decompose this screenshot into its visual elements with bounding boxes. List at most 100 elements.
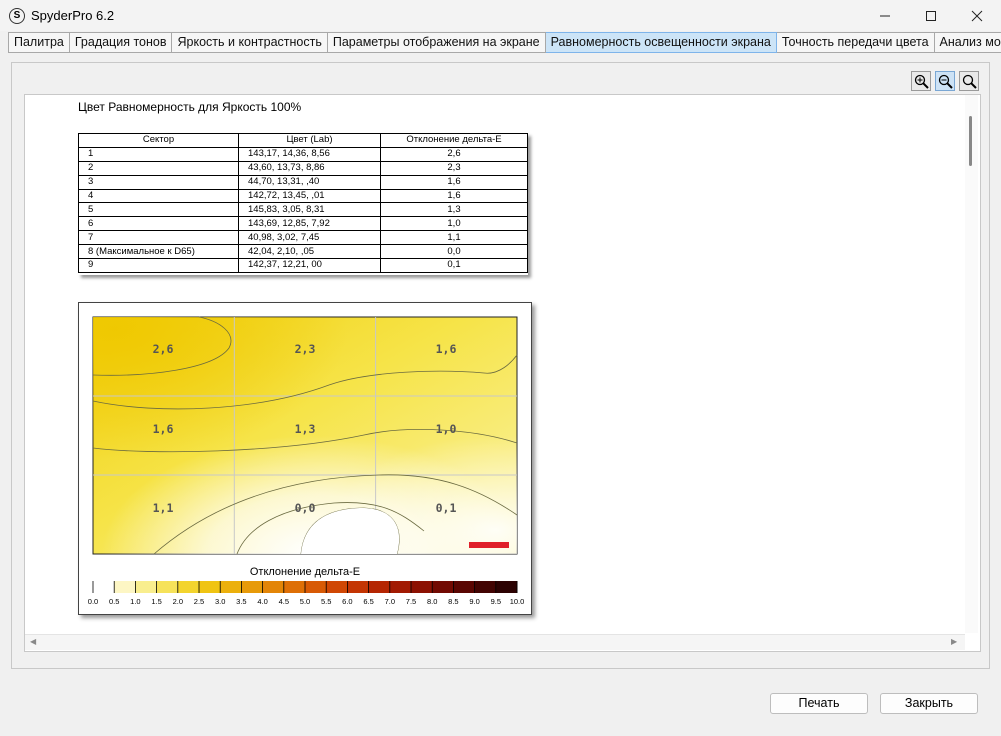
cell-delta-e: 1,6 (380, 188, 528, 204)
scale-segment (326, 581, 348, 593)
cell-lab: 42,04, 2,10, ,05 (238, 244, 381, 260)
map-label-sector-2: 2,3 (295, 342, 316, 356)
scale-segment (347, 581, 370, 593)
vertical-scroll-thumb[interactable] (969, 116, 972, 166)
scale-tick-label: 9.5 (491, 597, 501, 606)
tab-palette[interactable]: Палитра (8, 32, 70, 53)
tab-color-accuracy[interactable]: Точность передачи цвета (776, 32, 935, 53)
zoom-fit-button[interactable] (959, 71, 979, 91)
tab-strip: Палитра Градация тонов Яркость и контрас… (8, 32, 1001, 53)
scale-tick-label: 0.0 (88, 597, 98, 606)
scale-tick-label: 8.0 (427, 597, 437, 606)
tab-brightness-contrast[interactable]: Яркость и контрастность (172, 32, 328, 53)
scale-tick-label: 5.0 (300, 597, 310, 606)
cell-delta-e: 2,3 (380, 160, 528, 176)
cell-sector: 9 (78, 258, 239, 273)
maximize-button[interactable] (908, 0, 954, 31)
close-icon (971, 10, 983, 21)
scale-tick-label: 9.0 (469, 597, 479, 606)
scale-tick-label: 4.0 (257, 597, 267, 606)
map-label-sector-1: 2,6 (153, 342, 174, 356)
scale-tick-label: 1.0 (130, 597, 140, 606)
cell-sector: 3 (78, 174, 239, 190)
tab-tone-gradation[interactable]: Градация тонов (69, 32, 173, 53)
map-label-sector-8: 0,0 (295, 501, 316, 515)
cell-lab: 143,69, 12,85, 7,92 (238, 216, 381, 232)
scale-tick-label: 3.0 (215, 597, 225, 606)
scale-segment (177, 581, 200, 593)
close-button[interactable]: Закрыть (880, 693, 978, 714)
scale-segment (135, 581, 158, 593)
map-label-sector-7: 1,1 (153, 501, 174, 515)
tab-monitor-analysis[interactable]: Анализ монитора (934, 32, 1001, 53)
map-label-sector-4: 1,6 (153, 422, 174, 436)
scroll-left-arrow-icon[interactable]: ◀ (30, 637, 36, 646)
cell-lab: 142,37, 12,21, 00 (238, 258, 381, 273)
cell-lab: 142,72, 13,45, ,01 (238, 188, 381, 204)
cell-sector: 1 (78, 146, 239, 162)
max-deviation-marker (469, 542, 509, 548)
cell-delta-e: 2,6 (380, 146, 528, 162)
tab-screen-uniformity[interactable]: Равномерность освещенности экрана (545, 32, 777, 53)
zoom-fit-icon (962, 74, 977, 89)
tab-display-settings[interactable]: Параметры отображения на экране (327, 32, 546, 53)
cell-sector: 6 (78, 216, 239, 232)
map-label-sector-3: 1,6 (436, 342, 457, 356)
cell-delta-e: 1,0 (380, 216, 528, 232)
window-title: SpyderPro 6.2 (31, 8, 115, 23)
scale-segment (495, 581, 518, 593)
zoom-in-icon (914, 74, 929, 89)
close-window-button[interactable] (954, 0, 1000, 31)
cell-sector: 2 (78, 160, 239, 176)
table-header-delta-e: Отклонение дельта-E (380, 133, 528, 148)
scale-segment (283, 581, 306, 593)
print-button[interactable]: Печать (770, 693, 868, 714)
table-row: 4 142,72, 13,45, ,01 1,6 (78, 188, 528, 204)
scale-tick-label: 0.5 (109, 597, 119, 606)
scale-segment (474, 581, 497, 593)
map-label-sector-9: 0,1 (436, 501, 457, 515)
scale-segment (241, 581, 264, 593)
cell-delta-e: 1,1 (380, 230, 528, 246)
zoom-in-button[interactable] (911, 71, 931, 91)
table-row: 5 145,83, 3,05, 8,31 1,3 (78, 202, 528, 218)
zoom-out-button[interactable] (935, 71, 955, 91)
horizontal-scrollbar[interactable] (25, 634, 965, 650)
table-header-lab: Цвет (Lab) (238, 133, 381, 148)
scale-tick-label: 2.5 (194, 597, 204, 606)
scale-tick-label: 2.0 (173, 597, 183, 606)
cell-lab: 44,70, 13,31, ,40 (238, 174, 381, 190)
lab-table: Сектор Цвет (Lab) Отклонение дельта-E 11… (78, 133, 528, 275)
table-row: 8 (Максимальное к D65) 42,04, 2,10, ,05 0,… (78, 244, 528, 260)
scale-tick-label: 7.5 (406, 597, 416, 606)
cell-delta-e: 1,6 (380, 174, 528, 190)
app-icon: S (9, 8, 25, 24)
scroll-right-arrow-icon[interactable]: ▶ (951, 637, 957, 646)
table-row: 9 142,37, 12,21, 00 0,1 (78, 258, 528, 273)
minimize-icon (880, 15, 890, 16)
scale-segment (156, 581, 179, 593)
cell-sector: 8 (Максимальное к D65) (78, 244, 239, 260)
table-row: 7 40,98, 3,02, 7,45 1,1 (78, 230, 528, 246)
delta-e-color-scale: 0.0 0.5 1.0 1.5 2.0 2.5 3.0 3.5 4.0 4.5 5.0 5.5 6.0 6… (88, 581, 524, 606)
scale-segment (114, 581, 136, 593)
report-title: Цвет Равномерность для Яркость 100% (78, 100, 302, 114)
cell-delta-e: 0,0 (380, 244, 528, 260)
scale-segment (93, 581, 115, 593)
scale-segment (262, 581, 285, 593)
cell-delta-e: 1,3 (380, 202, 528, 218)
scale-tick-label: 8.5 (448, 597, 458, 606)
scale-segment (453, 581, 476, 593)
scale-tick-label: 3.5 (236, 597, 246, 606)
table-header-sector: Сектор (78, 133, 239, 148)
scale-tick-label: 6.0 (342, 597, 352, 606)
table-row: 1 143,17, 14,36, 8,56 2,6 (78, 146, 528, 162)
scale-tick-label: 5.5 (321, 597, 331, 606)
table-row: 2 43,60, 13,73, 8,86 2,3 (78, 160, 528, 176)
scale-segment (199, 581, 221, 593)
scale-tick-label: 6.5 (363, 597, 373, 606)
cell-lab: 43,60, 13,73, 8,86 (238, 160, 381, 176)
vertical-scrollbar[interactable] (965, 95, 978, 633)
title-bar: S SpyderPro 6.2 (0, 0, 1001, 31)
minimize-button[interactable] (862, 0, 908, 31)
